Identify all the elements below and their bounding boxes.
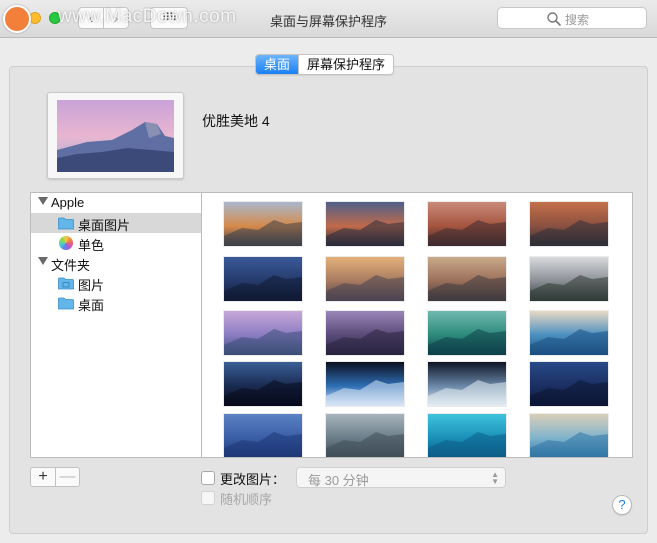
wallpaper-thumbnail-turquoise-water[interactable] — [428, 414, 506, 457]
sidebar-item-label: 单色 — [78, 238, 105, 253]
current-wallpaper-name: 优胜美地 4 — [202, 113, 270, 129]
add-folder-button[interactable]: + — [31, 468, 55, 486]
tab-screensaver[interactable]: 屏幕保护程序 — [298, 55, 393, 74]
search-field[interactable]: 搜索 — [497, 7, 647, 29]
current-wallpaper-preview — [47, 92, 184, 179]
wallpaper-thumbnail-earth-clouds[interactable] — [428, 362, 506, 406]
wallpaper-thumbnail-yosemite-night[interactable] — [224, 257, 302, 301]
wallpaper-thumbnail-beach-shore[interactable] — [530, 414, 608, 457]
group-folders[interactable]: 文件夹 — [31, 253, 201, 273]
group-label: Apple — [51, 195, 85, 210]
group-apple[interactable]: Apple — [31, 193, 201, 213]
updown-arrows-icon: ▲ ▼ — [491, 470, 499, 486]
wallpaper-thumbnail-sierra-dusk[interactable] — [428, 202, 506, 246]
wallpaper-thumbnail-mavericks-wave[interactable] — [428, 311, 506, 355]
wallpaper-thumbnail-yosemite-lake[interactable] — [326, 311, 404, 355]
change-picture-checkbox[interactable] — [201, 471, 215, 485]
wallpaper-thumbnail-yosemite-4[interactable] — [224, 311, 302, 355]
help-button[interactable]: ? — [612, 495, 632, 515]
wallpaper-thumbnail-galaxy[interactable] — [224, 362, 302, 406]
wallpaper-thumbnail-yosemite-valley-fog[interactable] — [530, 257, 608, 301]
folder-icon — [58, 217, 74, 230]
wallpaper-thumbnail-blue-sky-moon[interactable] — [224, 414, 302, 457]
wallpaper-thumbnail-half-dome-gold[interactable] — [326, 257, 404, 301]
sidebar-item-desktop[interactable]: 桌面 — [31, 293, 201, 313]
random-order-label: 随机顺序 — [220, 492, 273, 507]
color-wheel-icon — [59, 236, 73, 250]
interval-popup[interactable]: 每 30 分钟 ▲ ▼ — [296, 467, 506, 488]
wallpaper-thumbnail-el-capitan-rock[interactable] — [428, 257, 506, 301]
sidebar-item-solid-colors[interactable]: 单色 — [31, 233, 201, 253]
disclosure-triangle-icon[interactable] — [38, 197, 48, 205]
tab-desktop[interactable]: 桌面 — [256, 55, 299, 74]
wallpaper-thumbnail-earth-horizon[interactable] — [326, 362, 404, 406]
wallpaper-thumbnail-ocean-wave[interactable] — [530, 311, 608, 355]
sidebar-item-label: 桌面图片 — [78, 218, 131, 233]
wallpaper-thumbnail-sierra-peaks[interactable] — [326, 202, 404, 246]
add-remove-control: + — — [30, 467, 80, 487]
sidebar-item-desktop-pictures[interactable]: 桌面图片 — [31, 213, 201, 233]
search-placeholder: 搜索 — [565, 13, 590, 27]
sidebar-item-label: 桌面 — [78, 298, 105, 313]
pictures-folder-icon — [58, 277, 74, 290]
random-order-checkbox[interactable] — [201, 491, 215, 505]
group-label: 文件夹 — [51, 258, 91, 273]
remove-folder-button[interactable]: — — [55, 468, 79, 486]
wallpaper-thumbnail-el-capitan-dawn[interactable] — [530, 202, 608, 246]
sidebar-item-label: 图片 — [78, 278, 105, 293]
wallpaper-thumbnail-el-capitan-sunset[interactable] — [224, 202, 302, 246]
wallpaper-thumbnail-storm-clouds[interactable] — [326, 414, 404, 457]
wallpaper-thumbnail-milky-way[interactable] — [530, 362, 608, 406]
search-icon — [547, 12, 561, 26]
tab-bar: 桌面 屏幕保护程序 — [255, 54, 395, 75]
folder-icon — [58, 297, 74, 310]
source-list: Apple 桌面图片 单色 文件夹 图片 桌面 — [30, 192, 202, 458]
title-bar: ‹ › ⠿⠿ www.MacDown.com 桌面与屏幕保护程序 搜索 — [0, 0, 657, 38]
wallpaper-grid — [202, 192, 633, 458]
interval-value: 每 30 分钟 — [308, 473, 369, 488]
change-picture-label: 更改图片： — [220, 472, 286, 487]
help-icon: ? — [618, 497, 626, 512]
disclosure-triangle-icon[interactable] — [38, 257, 48, 265]
current-wallpaper-image — [57, 100, 174, 172]
sidebar-item-pictures[interactable]: 图片 — [31, 273, 201, 293]
